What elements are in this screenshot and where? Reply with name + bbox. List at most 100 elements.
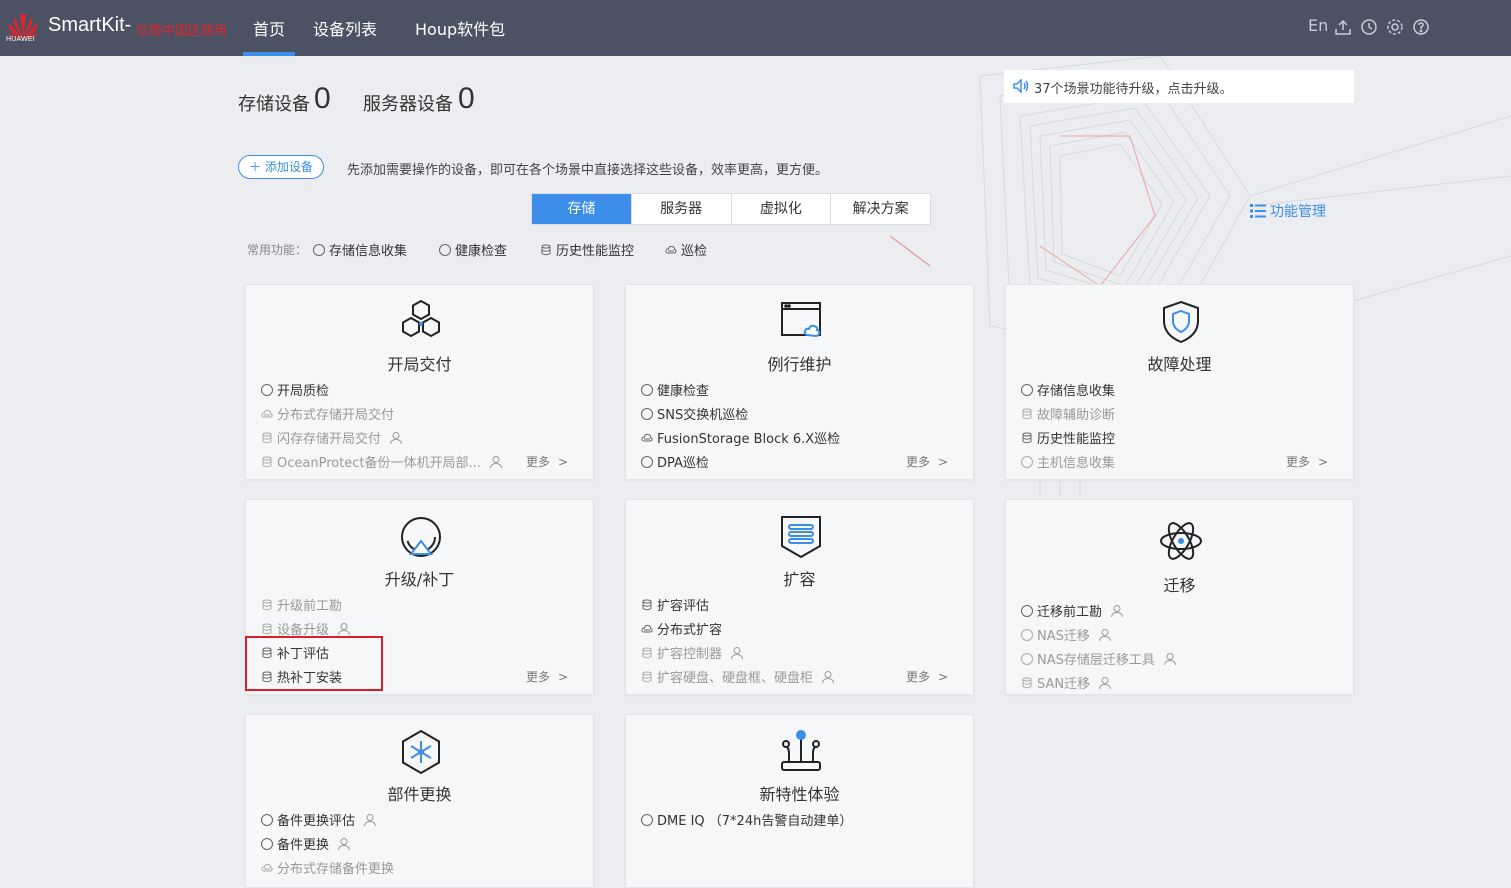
card-function-label: 闪存存储开局交付 (277, 432, 382, 447)
card-function-label: NAS迁移 (1037, 629, 1090, 644)
tab-storage[interactable]: 存储 (532, 194, 632, 224)
card-function-label: 扩容硬盘、硬盘框、硬盘柜 (657, 671, 814, 686)
common-function-item[interactable]: 历史性能监控 (540, 240, 634, 259)
common-function-label: 历史性能监控 (556, 244, 635, 259)
radio-circle-icon (641, 814, 653, 826)
common-functions-label: 常用功能： (247, 243, 308, 257)
more-link[interactable]: 更多 > (1286, 453, 1328, 470)
language-switch[interactable]: En (1308, 16, 1328, 35)
card-function-item[interactable]: 扩容硬盘、硬盘框、硬盘柜 (641, 667, 835, 686)
storage-device-label: 存储设备 (238, 94, 310, 115)
card-function-label: 分布式存储开局交付 (277, 408, 395, 423)
card-function-item[interactable]: 主机信息收集 (1021, 452, 1115, 471)
common-function-item[interactable]: 健康检查 (439, 240, 507, 259)
radio-circle-icon (439, 244, 451, 256)
card-function-item[interactable]: 备件更换 (261, 834, 351, 853)
radio-circle-icon (1021, 605, 1033, 617)
radio-circle-icon (261, 384, 273, 396)
database-icon (262, 456, 272, 468)
card-function-item[interactable]: 开局质检 (261, 380, 329, 399)
card-title: 例行维护 (767, 355, 832, 374)
list-icon (1250, 204, 1266, 218)
card-function-item[interactable]: 分布式扩容 (641, 619, 722, 638)
top-nav-bar: HUAWEI SmartKit- 仅限中国区使用 首页 设备列表 Houp软件包… (0, 0, 1511, 56)
feature-icon (778, 729, 824, 775)
common-function-item[interactable]: 存储信息收集 (313, 240, 407, 259)
help-icon[interactable] (1412, 18, 1430, 36)
highlight-annotation-box (245, 636, 383, 691)
more-link[interactable]: 更多 > (906, 453, 948, 470)
more-label: 更多 (526, 670, 551, 684)
window-cloud-icon (778, 299, 824, 345)
card-function-label: 存储信息收集 (1037, 384, 1116, 399)
card-function-item[interactable]: FusionStorage Block 6.X巡检 (641, 428, 840, 447)
more-label: 更多 (526, 455, 551, 469)
common-function-label: 存储信息收集 (329, 244, 408, 259)
common-function-item[interactable]: 巡检 (665, 240, 707, 259)
cloud-icon (641, 433, 653, 442)
card-function-item[interactable]: 扩容评估 (641, 595, 709, 614)
card-function-label: 备件更换 (277, 838, 330, 853)
card-function-label: FusionStorage Block 6.X巡检 (657, 432, 841, 447)
user-icon (1099, 677, 1112, 690)
card-function-label: DME IQ （7*24h告警自动建单） (657, 814, 853, 829)
chevron-right-icon: > (938, 670, 949, 684)
nav-houp-package[interactable]: Houp软件包 (415, 16, 505, 40)
more-label: 更多 (906, 670, 931, 684)
chevron-right-icon: > (558, 670, 569, 684)
card-title: 部件更换 (387, 785, 452, 804)
card-function-item[interactable]: 升级前工勘 (261, 595, 342, 614)
card-function-label: 主机信息收集 (1037, 456, 1116, 471)
more-link[interactable]: 更多 > (526, 668, 568, 685)
radio-circle-icon (641, 384, 653, 396)
nav-device-list[interactable]: 设备列表 (313, 16, 377, 40)
radio-circle-icon (1021, 629, 1033, 641)
card-function-label: 升级前工勘 (277, 599, 343, 614)
upload-icon[interactable] (1334, 18, 1352, 36)
card-function-item[interactable]: SAN迁移 (1021, 673, 1112, 692)
function-management-link[interactable]: 功能管理 (1250, 201, 1326, 221)
card-function-item[interactable]: 闪存存储开局交付 (261, 428, 403, 447)
card-function-item[interactable]: DME IQ （7*24h告警自动建单） (641, 810, 852, 829)
card-troubleshooting: 故障处理 存储信息收集 故障辅助诊断 历史性能监控 主机信息收集 更多 > (1005, 284, 1354, 480)
tab-virtualization[interactable]: 虚拟化 (732, 194, 832, 224)
card-function-item[interactable]: 备件更换评估 (261, 810, 377, 829)
card-function-label: DPA巡检 (657, 456, 709, 471)
card-function-item[interactable]: 故障辅助诊断 (1021, 404, 1115, 423)
card-function-label: 扩容评估 (657, 599, 710, 614)
card-expansion: 扩容 扩容评估 分布式扩容 扩容控制器 扩容硬盘、硬盘框、硬盘柜 更多 > (625, 499, 974, 695)
card-function-item[interactable]: 分布式存储备件更换 (261, 858, 394, 877)
cloud-icon (261, 409, 273, 418)
common-function-label: 巡检 (681, 244, 708, 259)
radio-circle-icon (261, 814, 273, 826)
upgrade-notice[interactable]: 37个场景功能待升级，点击升级。 (1004, 70, 1354, 103)
tab-server[interactable]: 服务器 (632, 194, 732, 224)
card-function-item[interactable]: 扩容控制器 (641, 643, 744, 662)
user-icon (390, 432, 403, 445)
card-function-item[interactable]: 迁移前工勘 (1021, 601, 1124, 620)
card-function-item[interactable]: NAS迁移 (1021, 625, 1112, 644)
gear-icon[interactable] (1386, 18, 1404, 36)
clock-icon[interactable] (1360, 18, 1378, 36)
add-device-button[interactable]: ＋ 添加设备 (238, 155, 324, 179)
card-function-item[interactable]: NAS存储层迁移工具 (1021, 649, 1177, 668)
card-function-item[interactable]: 历史性能监控 (1021, 428, 1115, 447)
more-link[interactable]: 更多 > (526, 453, 568, 470)
database-icon (1022, 432, 1032, 444)
tab-solution[interactable]: 解决方案 (831, 194, 930, 224)
user-icon (1098, 629, 1111, 642)
card-function-item[interactable]: 分布式存储开局交付 (261, 404, 394, 423)
nav-home[interactable]: 首页 (253, 16, 285, 40)
user-icon (338, 838, 351, 851)
card-function-label: 分布式存储备件更换 (277, 862, 395, 877)
card-function-item[interactable]: 存储信息收集 (1021, 380, 1115, 399)
card-title: 新特性体验 (759, 785, 840, 804)
radio-circle-icon (261, 838, 273, 850)
card-function-item[interactable]: OceanProtect备份一体机开局部... (261, 452, 503, 471)
card-function-item[interactable]: 健康检查 (641, 380, 709, 399)
card-function-item[interactable]: SNS交换机巡检 (641, 404, 748, 423)
user-icon (731, 647, 744, 660)
radio-circle-icon (1021, 653, 1033, 665)
card-function-item[interactable]: DPA巡检 (641, 452, 709, 471)
more-link[interactable]: 更多 > (906, 668, 948, 685)
